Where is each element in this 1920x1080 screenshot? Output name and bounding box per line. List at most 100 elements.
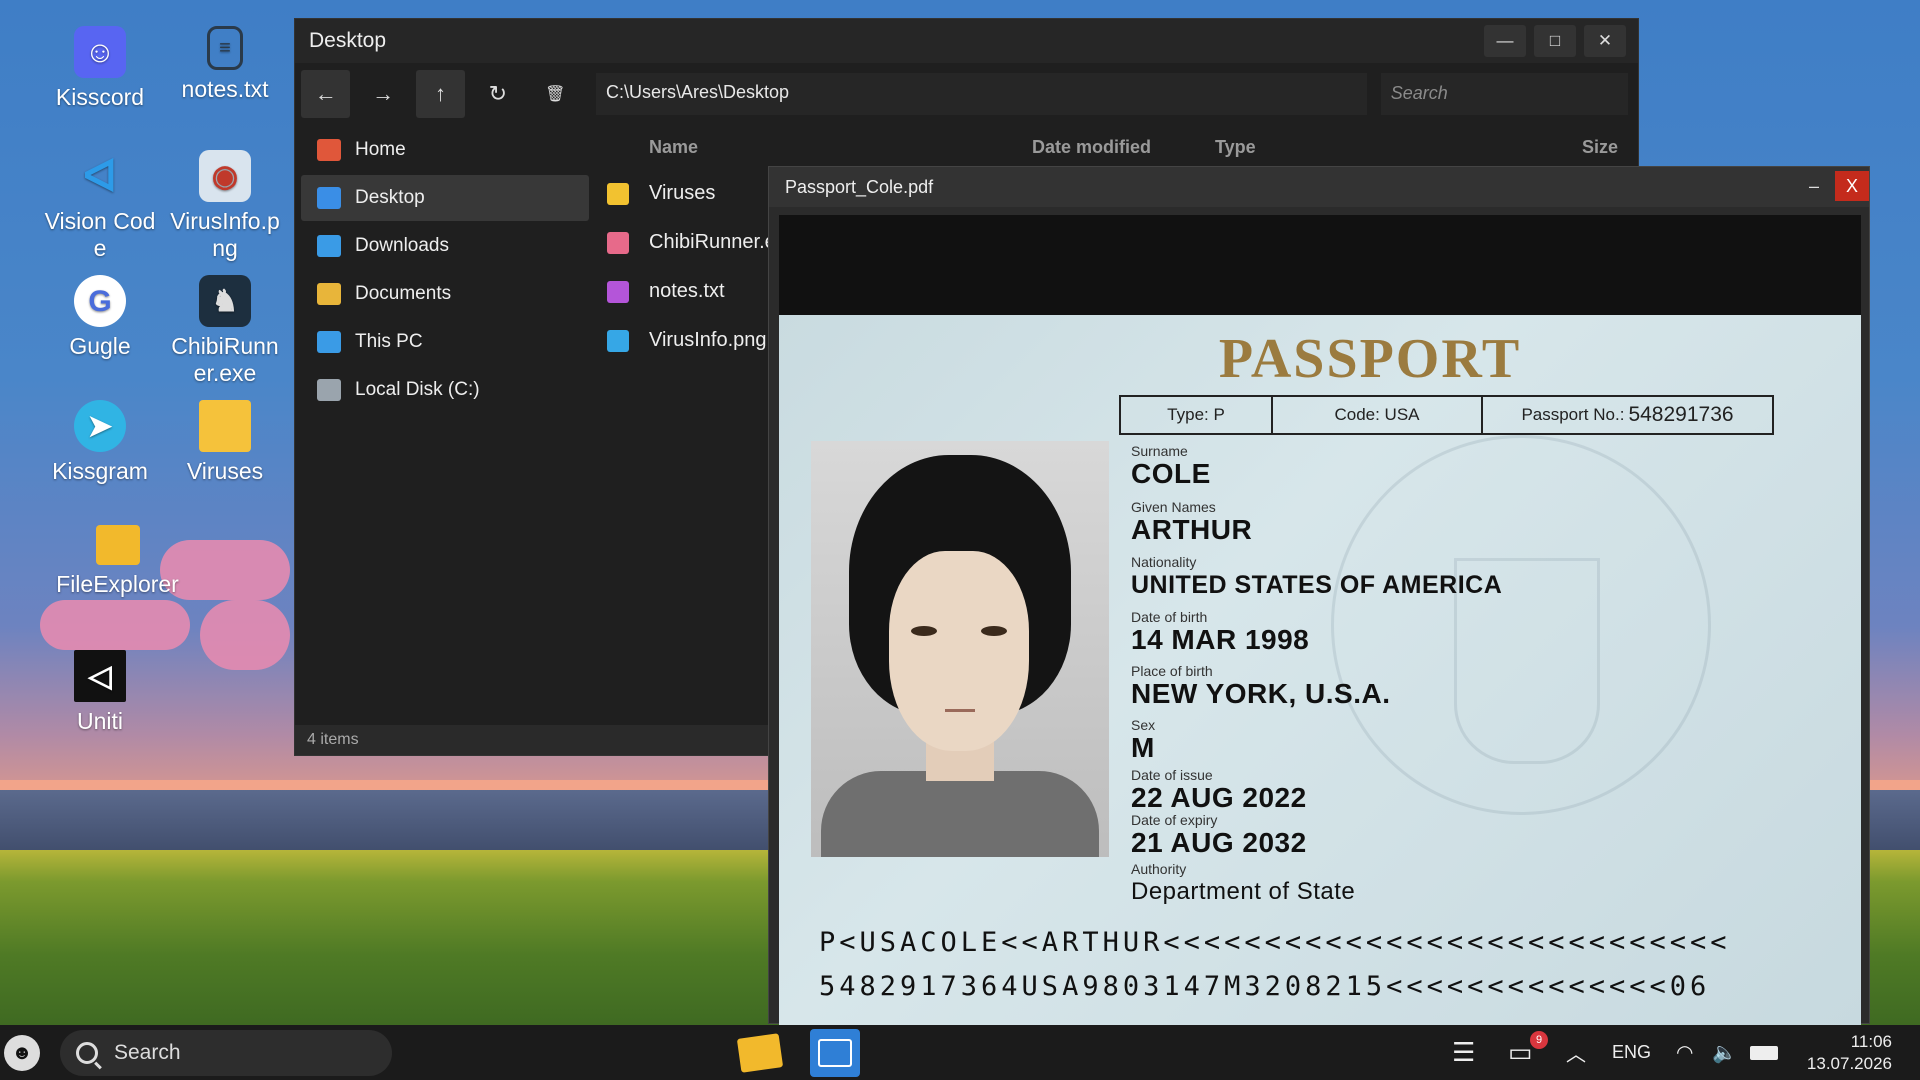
field-label: Date of expiry [1131,812,1218,828]
field-value: 14 MAR 1998 [1131,624,1310,655]
desktop-icon-notes[interactable]: ≡ notes.txt [165,26,285,103]
folder-icon [736,1033,784,1073]
sidebar-item-local-disk[interactable]: Local Disk (C:) [301,367,589,413]
field-date-of-expiry: Date of expiry 21 AUG 2032 [1131,812,1307,858]
notification-icon[interactable]: ▭ [1508,1025,1533,1080]
column-date-modified[interactable]: Date modified [1032,137,1151,158]
desktop-icon-label: Viruses [186,458,264,484]
kisscord-icon: ☺ [74,26,126,78]
file-name: VirusInfo.png [649,329,767,351]
desktop-icon-label: Uniti [76,708,123,734]
field-label: Authority [1131,861,1187,877]
field-sex: Sex M [1131,717,1155,763]
battery-icon[interactable] [1750,1025,1778,1080]
volume-icon[interactable]: 🔈 [1712,1025,1737,1080]
mrz-line-1: P<USACOLE<<ARTHUR<<<<<<<<<<<<<<<<<<<<<<<… [819,927,1731,958]
mrz-line-2: 5482917364USA9803147M3208215<<<<<<<<<<<<… [819,971,1711,1002]
desktop-icon-chibirunner[interactable]: ♞ ChibiRunner.exe [165,275,285,387]
desktop-icon-uniti[interactable]: ◁ Uniti [40,650,160,735]
field-value: 22 AUG 2022 [1131,782,1307,813]
file-explorer-icon [95,525,140,565]
maximize-button[interactable]: □ [1534,25,1576,57]
gugle-browser-icon: G [74,275,126,327]
task-list-icon[interactable]: ☰ [1452,1025,1475,1080]
field-value: M [1131,732,1155,763]
desktop-icon-virusinfo[interactable]: ◉ VirusInfo.png [165,150,285,262]
photo-shirt [821,771,1099,857]
image-file-icon: ◉ [199,150,251,202]
file-list-header: Name Date modified Type Size [595,131,1638,165]
clock[interactable]: 11:06 13.07.2026 [1807,1031,1892,1075]
explorer-title: Desktop [295,19,1638,63]
taskbar-file-explorer[interactable] [735,1029,785,1077]
wifi-icon[interactable]: ◠ [1676,1025,1693,1080]
sidebar-item-documents[interactable]: Documents [301,271,589,317]
column-name[interactable]: Name [649,137,698,158]
pdf-viewer-window: Passport_Cole.pdf – X PASSPORT Type: P C… [768,166,1870,1025]
desktop-icon-kisscord[interactable]: ☺ Kisscord [40,26,160,111]
field-value: ARTHUR [1131,514,1253,545]
game-exe-icon: ♞ [199,275,251,327]
clock-date: 13.07.2026 [1806,1054,1892,1073]
forward-button[interactable]: → [358,70,407,118]
sidebar-item-downloads[interactable]: Downloads [301,223,589,269]
pdf-window-controls: – X [1797,171,1869,201]
file-name: Viruses [649,182,716,204]
column-type[interactable]: Type [1215,137,1256,158]
kissgram-icon: ➤ [74,400,126,452]
desktop-icon-label: Kissgram [52,458,148,484]
refresh-button[interactable]: ↻ [473,70,522,118]
desktop-icon-file-explorer[interactable]: FileExplorer [40,525,195,598]
minimize-button[interactable]: – [1797,171,1831,201]
sidebar-item-label: Home [355,139,406,160]
search-input[interactable]: Search [1380,73,1628,115]
file-name: notes.txt [649,280,725,302]
desktop-icon-viruses[interactable]: Viruses [165,400,285,485]
delete-button[interactable]: 🗑 [531,70,580,118]
photo-face [889,551,1029,751]
desktop-icon-kissgram[interactable]: ➤ Kissgram [40,400,160,485]
field-place-of-birth: Place of birth NEW YORK, U.S.A. [1131,663,1391,709]
back-button[interactable]: ← [301,70,351,118]
passport-heading: PASSPORT [1218,328,1522,390]
explorer-window-controls: — □ ✕ [1484,25,1626,57]
close-button[interactable]: X [1835,171,1869,201]
passport-photo [811,441,1109,857]
sidebar-item-desktop[interactable]: Desktop [301,175,589,221]
address-bar[interactable]: C:\Users\Ares\Desktop [595,73,1367,115]
close-button[interactable]: ✕ [1584,25,1626,57]
field-value: COLE [1131,458,1211,489]
photo-eye [981,626,1007,636]
up-button[interactable]: ↑ [415,70,466,118]
sidebar-item-label: This PC [355,331,423,352]
column-size[interactable]: Size [1582,137,1618,158]
folder-icon [607,182,629,205]
passport-code: Code: USA [1273,397,1483,433]
field-authority: Authority Department of State [1131,861,1355,907]
sidebar-item-label: Documents [355,283,452,304]
taskbar-search[interactable]: Search [60,1030,392,1076]
pink-cloud [40,600,190,650]
folder-icon [317,283,341,305]
field-surname: Surname COLE [1131,443,1211,489]
chevron-up-icon[interactable]: ︿ [1566,1025,1586,1080]
desktop-icon-gugle[interactable]: G Gugle [40,275,160,360]
field-nationality: Nationality UNITED STATES OF AMERICA [1131,554,1502,600]
field-label: Sex [1131,717,1156,733]
sidebar-item-this-pc[interactable]: This PC [301,319,589,365]
field-value: Department of State [1131,878,1356,905]
desktop-icon-label: Kisscord [55,84,145,110]
field-label: Nationality [1131,554,1197,570]
taskbar-photos[interactable] [810,1029,860,1077]
passport-header-box: Type: P Code: USA Passport No.: 54829173… [1119,395,1774,435]
passport-page: PASSPORT Type: P Code: USA Passport No.:… [779,315,1861,1025]
start-mask-icon[interactable]: ☻ [4,1035,40,1071]
minimize-button[interactable]: — [1484,25,1526,57]
desktop-icon-vision-code[interactable]: ᐊ Vision Code [40,150,160,262]
language-indicator[interactable]: ENG [1612,1025,1651,1080]
desktop-icon [317,187,341,209]
desktop-icon-label: ChibiRunner.exe [171,333,279,386]
sidebar-item-home[interactable]: Home [301,127,589,173]
passport-type: Type: P [1121,397,1273,433]
text-file-icon: ≡ [207,26,243,70]
